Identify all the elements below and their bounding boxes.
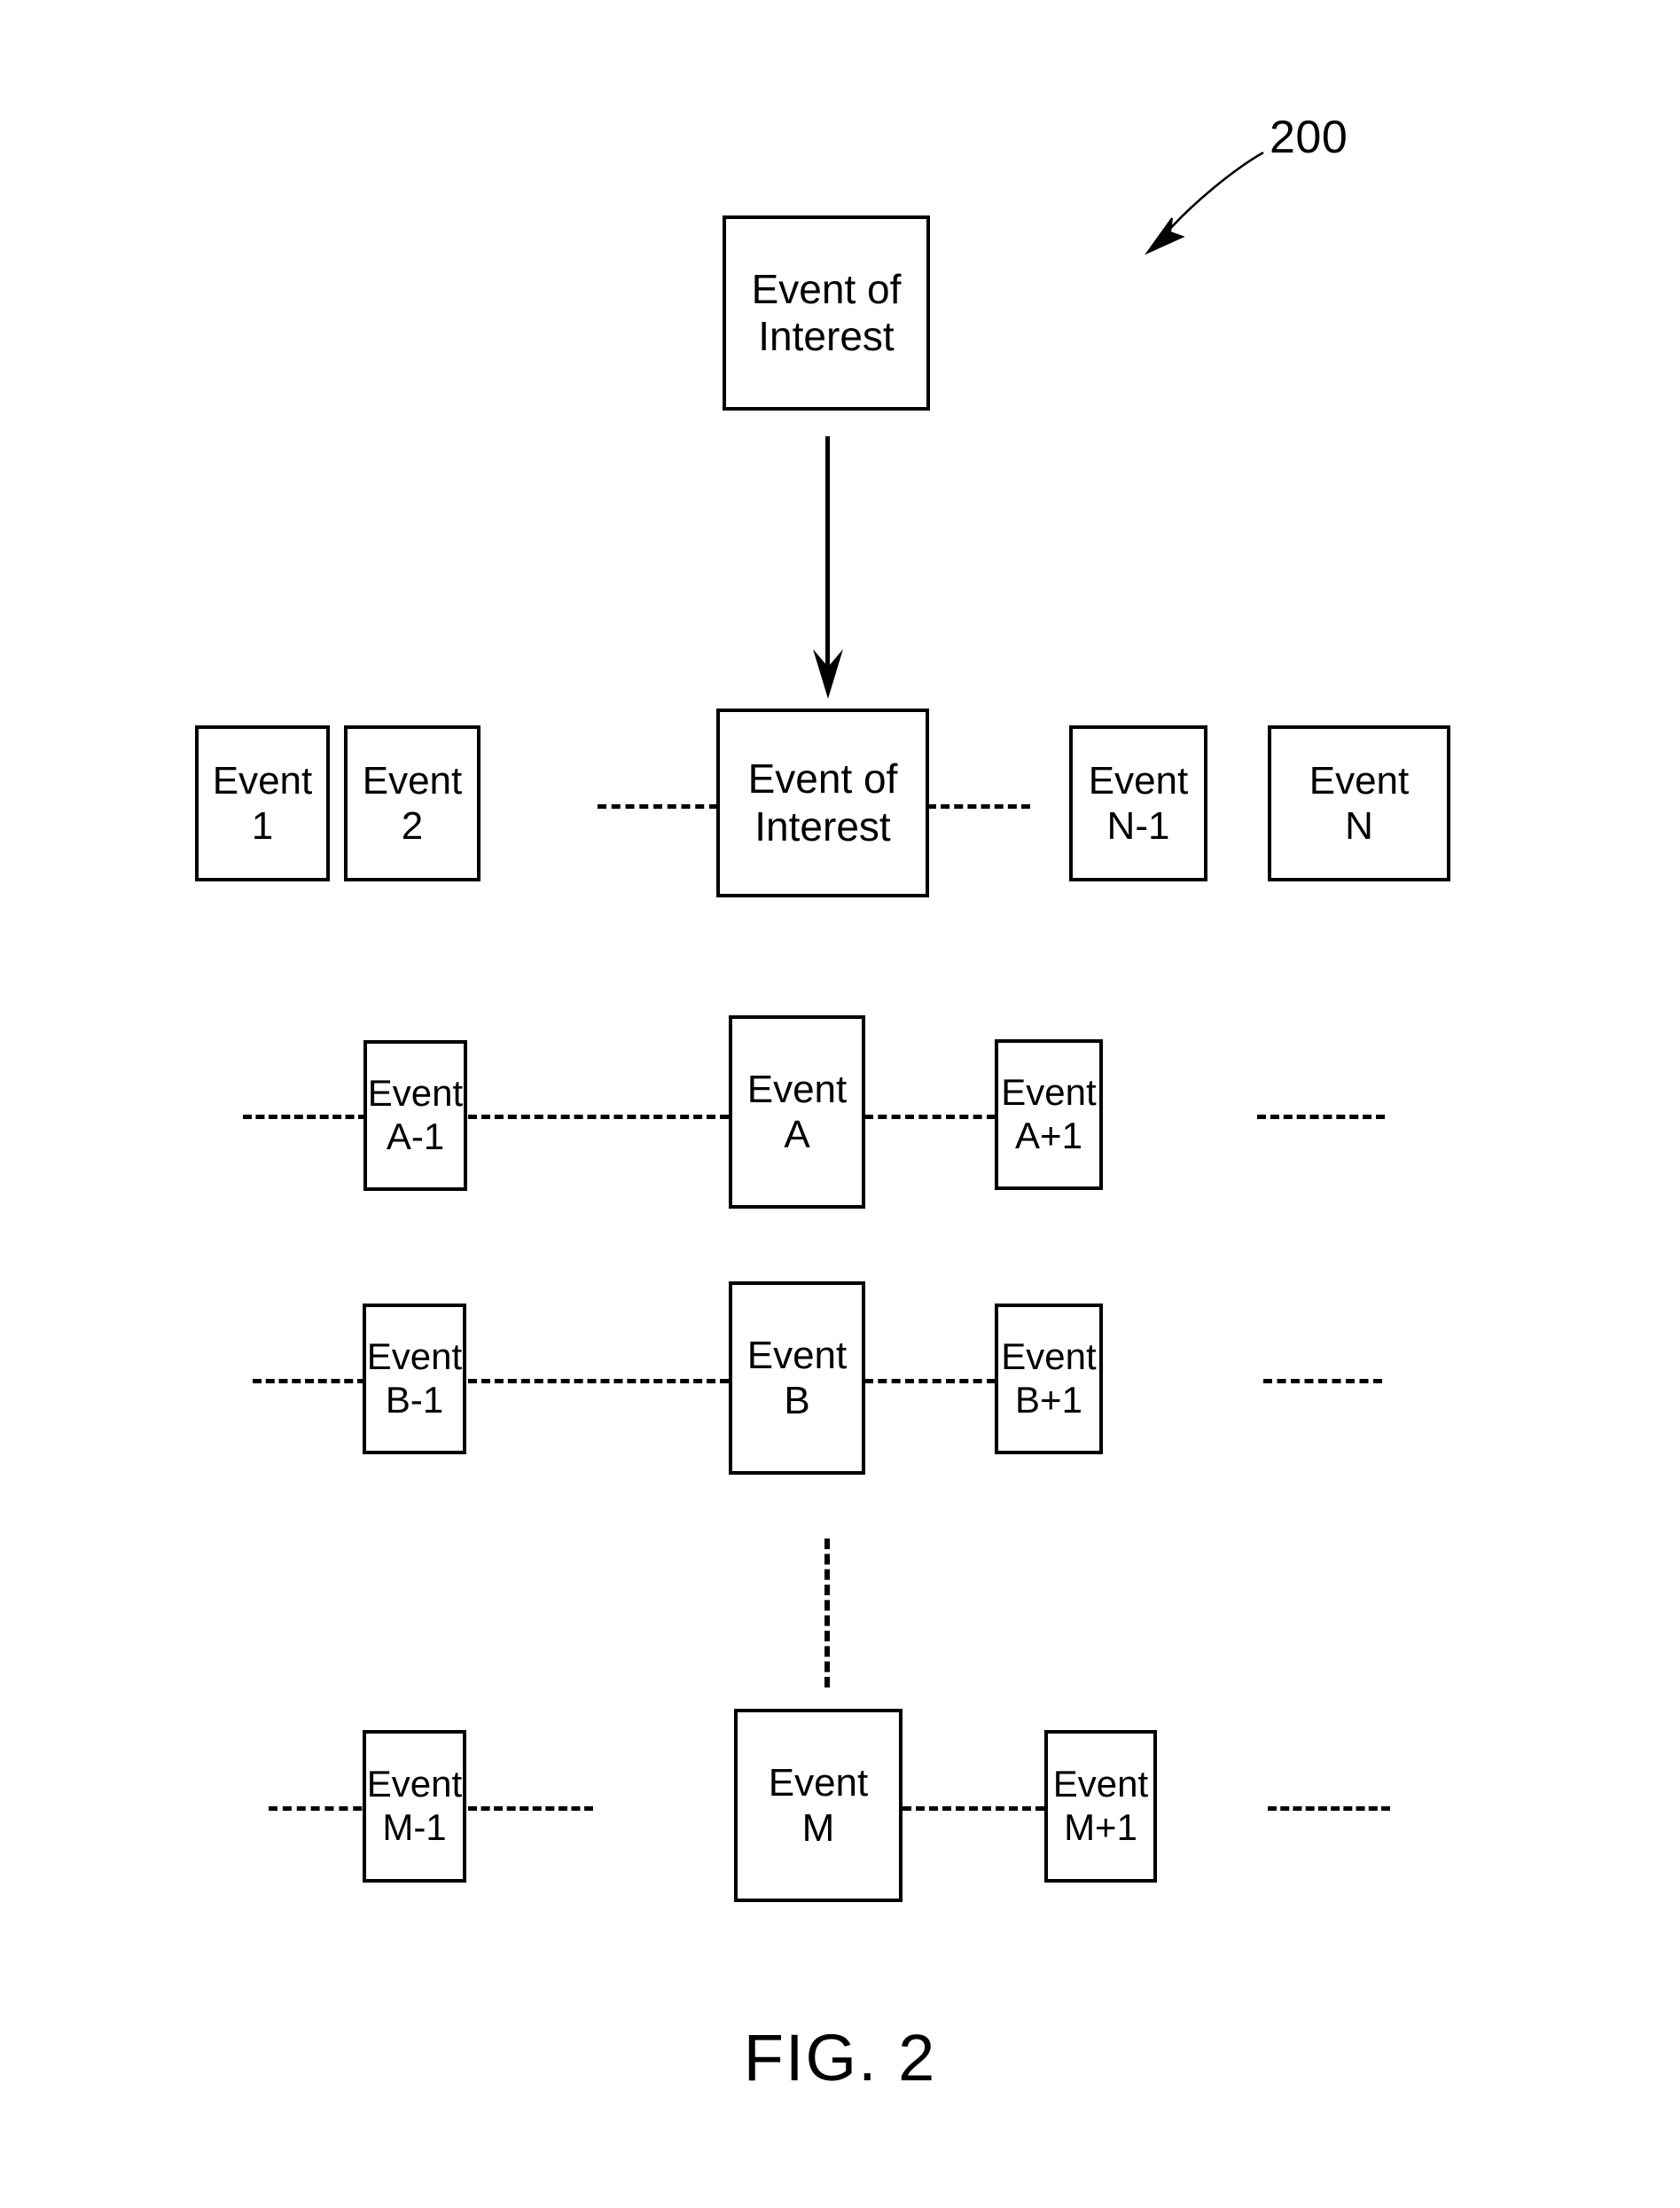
event-box-line2: A xyxy=(784,1113,810,1156)
connector-row-a-right-tail xyxy=(1257,1115,1385,1119)
event-box-line1: Event of xyxy=(747,756,898,803)
event-box-line1: Event xyxy=(768,1760,869,1805)
event-box-line2: B xyxy=(784,1379,810,1422)
event-box-line1: Event xyxy=(367,1072,464,1115)
event-box-event-a-minus-1[interactable]: Event A-1 xyxy=(363,1040,467,1191)
event-box-line1: Event xyxy=(366,1335,463,1378)
event-box-line2: M+1 xyxy=(1064,1806,1137,1848)
event-box-line1: Event xyxy=(1001,1071,1097,1114)
connector-row-m-right-tail xyxy=(1268,1806,1390,1811)
connector-row-a-eventA1-to-eventA xyxy=(468,1115,729,1119)
event-box-line2: N-1 xyxy=(1106,804,1170,848)
event-box-line2: A-1 xyxy=(386,1116,445,1157)
event-box-event-m[interactable]: Event M xyxy=(734,1709,903,1902)
event-box-line2: B+1 xyxy=(1015,1379,1082,1421)
flow-arrow-head xyxy=(813,649,843,699)
event-box-line1: Event xyxy=(1052,1763,1149,1805)
connector-row-b-left-tail xyxy=(253,1379,366,1383)
reference-leader-line xyxy=(1145,151,1264,255)
connector-row-a-eventA-to-eventAplus1 xyxy=(864,1115,996,1119)
connector-row-m-eventM1-to-eventM xyxy=(468,1806,593,1811)
event-box-sequence-event-of-interest[interactable]: Event of Interest xyxy=(716,709,929,897)
event-box-line2: 2 xyxy=(401,804,424,848)
connector-event2-to-eventofinterest xyxy=(598,804,718,809)
event-box-event-b-plus-1[interactable]: Event B+1 xyxy=(995,1304,1103,1454)
connector-row-a-left-tail xyxy=(243,1115,367,1119)
event-box-line1: Event xyxy=(1088,758,1189,803)
event-box-line1: Event xyxy=(746,1333,848,1377)
event-box-line2: Interest xyxy=(758,313,895,359)
event-box-line2: A+1 xyxy=(1015,1115,1082,1156)
connector-eventofinterest-to-eventN1 xyxy=(927,804,1030,809)
event-box-line2: N xyxy=(1345,804,1373,848)
event-box-event-b-minus-1[interactable]: Event B-1 xyxy=(363,1304,466,1454)
event-box-line1: Event xyxy=(1309,758,1410,803)
figure-canvas: 200 Event of Interest Event 1 Event 2 Ev… xyxy=(0,0,1680,2208)
event-box-event-1[interactable]: Event 1 xyxy=(195,725,330,881)
event-box-line1: Event xyxy=(746,1067,848,1111)
vertical-ellipsis-dashed-line xyxy=(824,1539,830,1687)
event-box-line2: B-1 xyxy=(385,1379,444,1421)
event-box-line2: M-1 xyxy=(382,1806,447,1848)
event-box-event-m-plus-1[interactable]: Event M+1 xyxy=(1044,1730,1157,1883)
event-box-event-2[interactable]: Event 2 xyxy=(344,725,481,881)
event-box-event-b[interactable]: Event B xyxy=(729,1281,865,1475)
event-box-line1: Event of xyxy=(751,265,902,312)
event-box-line1: Event xyxy=(362,758,463,803)
event-box-event-m-minus-1[interactable]: Event M-1 xyxy=(363,1730,466,1883)
connector-row-b-eventB1-to-eventB xyxy=(468,1379,729,1383)
event-box-event-a-plus-1[interactable]: Event A+1 xyxy=(995,1039,1103,1190)
event-box-line1: Event xyxy=(212,758,313,803)
event-box-line2: Interest xyxy=(754,803,891,850)
connector-row-b-eventB-to-eventBplus1 xyxy=(864,1379,996,1383)
event-box-top-event-of-interest[interactable]: Event of Interest xyxy=(723,215,930,411)
event-box-line1: Event xyxy=(1001,1335,1097,1378)
event-box-line2: M xyxy=(801,1806,835,1850)
event-box-event-a[interactable]: Event A xyxy=(729,1015,865,1209)
connector-row-m-eventM-to-eventMplus1 xyxy=(903,1806,1044,1811)
figure-caption: FIG. 2 xyxy=(743,2021,937,2094)
connector-row-b-right-tail xyxy=(1263,1379,1382,1383)
event-box-line2: 1 xyxy=(251,804,274,848)
event-box-event-n-minus-1[interactable]: Event N-1 xyxy=(1069,725,1207,881)
event-box-event-n[interactable]: Event N xyxy=(1268,725,1450,881)
event-box-line1: Event xyxy=(366,1763,463,1805)
